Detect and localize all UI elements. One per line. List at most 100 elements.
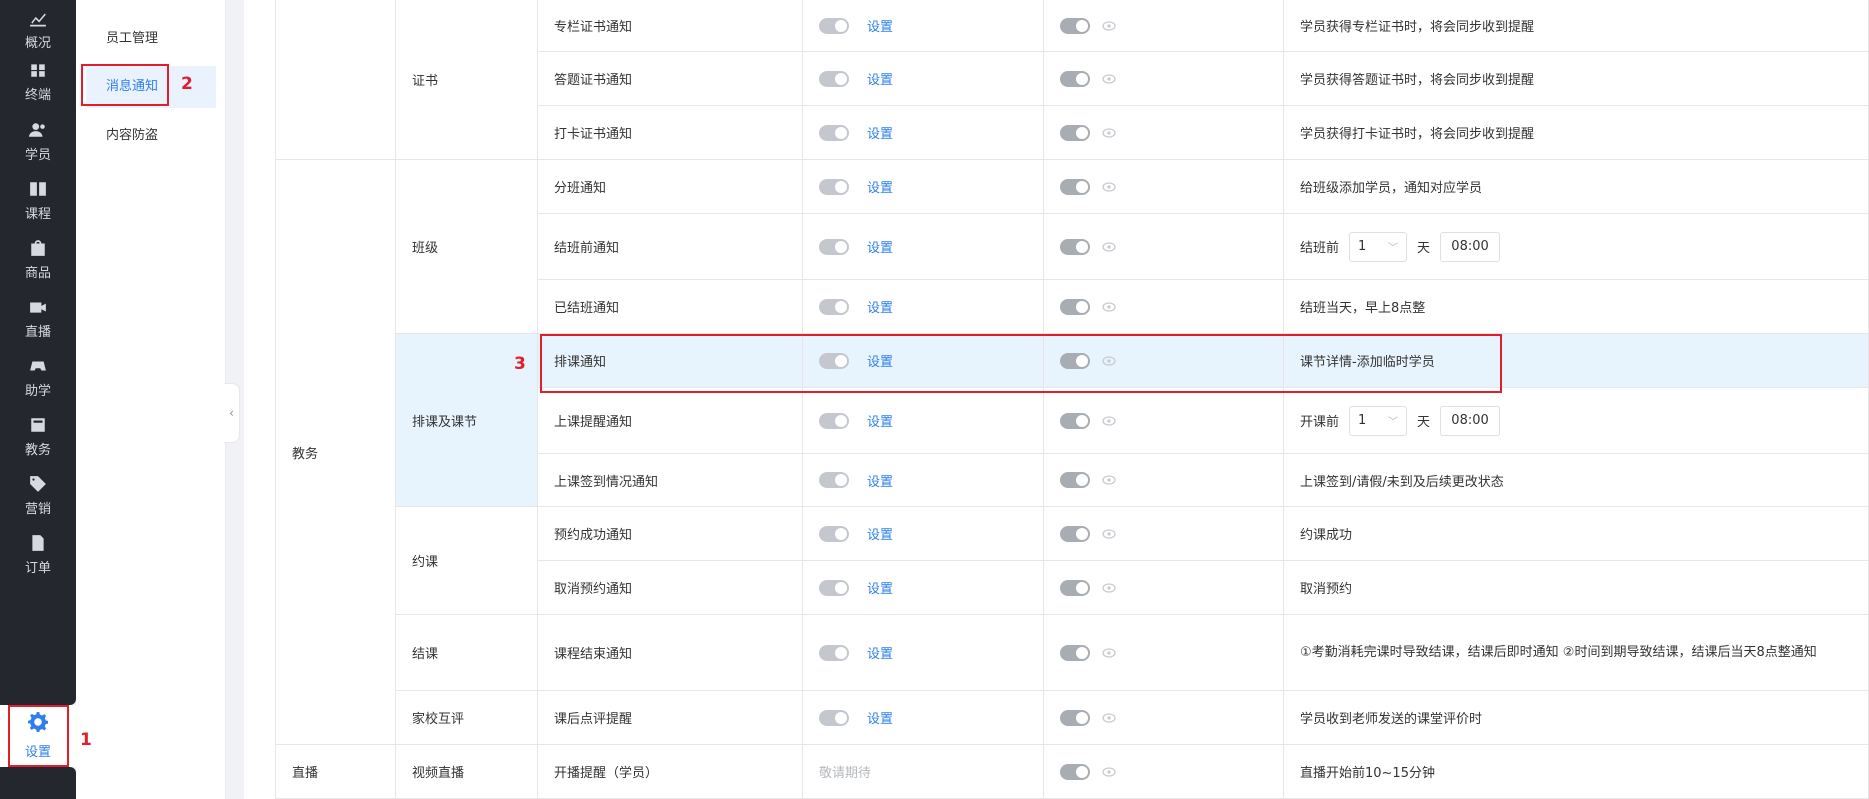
settings-link[interactable]: 设置 xyxy=(867,177,893,196)
notify-toggle[interactable] xyxy=(1060,178,1090,195)
settings-link[interactable]: 设置 xyxy=(867,524,893,543)
sms-toggle-cell xyxy=(1044,561,1284,615)
description-cell: 约课成功 xyxy=(1284,507,1869,561)
notify-toggle[interactable] xyxy=(819,17,849,34)
settings-link[interactable]: 设置 xyxy=(867,708,893,727)
days-select[interactable]: 1 ﹀ xyxy=(1349,405,1408,436)
annotation-box-schedule-row xyxy=(540,334,1502,393)
settings-link[interactable]: 设置 xyxy=(867,123,893,142)
notify-toggle[interactable] xyxy=(819,238,849,255)
wechat-toggle-cell: 设置 xyxy=(803,0,1044,52)
notify-toggle[interactable] xyxy=(1060,709,1090,726)
notify-toggle[interactable] xyxy=(819,472,849,488)
notify-toggle[interactable] xyxy=(1060,644,1090,661)
eye-icon[interactable] xyxy=(1102,181,1116,192)
row-name-cell: 结班前通知 xyxy=(538,214,803,280)
notify-toggle[interactable] xyxy=(819,178,849,195)
notification-description: 学员获得专栏证书时，将会同步收到提醒 xyxy=(1300,20,1535,35)
wechat-toggle-cell: 设置 xyxy=(803,507,1044,561)
notify-toggle[interactable] xyxy=(1060,70,1090,87)
notification-name: 上课签到情况通知 xyxy=(554,474,659,490)
notify-toggle[interactable] xyxy=(819,709,849,726)
days-select-value: 1 xyxy=(1358,413,1367,428)
notify-toggle[interactable] xyxy=(819,298,849,315)
notify-toggle[interactable] xyxy=(819,70,849,87)
settings-link[interactable]: 设置 xyxy=(867,411,893,430)
subgroup-label: 结课 xyxy=(412,647,439,662)
days-select-value: 1 xyxy=(1358,239,1367,254)
subgroup-cell-yueke: 约课 xyxy=(396,507,538,615)
notify-toggle[interactable] xyxy=(819,525,849,542)
time-input[interactable]: 08:00 xyxy=(1440,405,1501,436)
chevron-down-icon: ﹀ xyxy=(1388,417,1399,428)
wechat-toggle-cell: 设置 xyxy=(803,214,1044,280)
eye-icon[interactable] xyxy=(1102,528,1116,539)
notify-toggle[interactable] xyxy=(1060,298,1090,315)
time-input[interactable]: 08:00 xyxy=(1440,231,1501,262)
notify-toggle[interactable] xyxy=(819,124,849,141)
eye-icon[interactable] xyxy=(1102,301,1116,312)
wechat-toggle-cell: 设置 xyxy=(803,52,1044,106)
eye-icon[interactable] xyxy=(1102,415,1116,426)
eye-icon[interactable] xyxy=(1102,582,1116,593)
settings-link[interactable]: 设置 xyxy=(867,16,893,35)
notify-toggle[interactable] xyxy=(1060,472,1090,488)
days-select[interactable]: 1 ﹀ xyxy=(1349,231,1408,262)
eye-icon[interactable] xyxy=(1102,647,1116,658)
notify-toggle[interactable] xyxy=(1060,17,1090,34)
eye-icon[interactable] xyxy=(1102,475,1116,485)
settings-link[interactable]: 设置 xyxy=(867,471,893,490)
notify-toggle[interactable] xyxy=(1060,412,1090,429)
annotation-number-2: 2 xyxy=(181,74,193,94)
row-name-cell: 答题证书通知 xyxy=(538,52,803,106)
description-cell: 学员收到老师发送的课堂评价时 xyxy=(1284,691,1869,745)
desc-prefix: 结班前 xyxy=(1300,241,1340,256)
settings-link[interactable]: 设置 xyxy=(867,69,893,88)
eye-icon[interactable] xyxy=(1102,766,1116,777)
notification-description: 学员获得打卡证书时，将会同步收到提醒 xyxy=(1300,127,1535,142)
app-root: 概况 终端 学员 课程 商品 直播 助学 教务 营销 订单 设置 员工管理 消息… xyxy=(0,0,1869,799)
desc-prefix: 开课前 xyxy=(1300,415,1340,430)
notify-toggle[interactable] xyxy=(819,412,849,429)
eye-icon[interactable] xyxy=(1102,73,1116,84)
notify-toggle[interactable] xyxy=(819,579,849,596)
notification-name: 上课提醒通知 xyxy=(554,415,633,430)
notification-description: 上课签到/请假/未到及后续更改状态 xyxy=(1300,474,1504,490)
sms-toggle-cell xyxy=(1044,106,1284,160)
sms-toggle-cell xyxy=(1044,52,1284,106)
settings-link[interactable]: 设置 xyxy=(867,643,893,662)
sms-toggle-cell xyxy=(1044,388,1284,454)
notification-description: 约课成功 xyxy=(1300,528,1353,543)
group-cell-jiaowu: 教务 xyxy=(276,160,396,745)
settings-link[interactable]: 设置 xyxy=(867,578,893,597)
notify-toggle[interactable] xyxy=(1060,525,1090,542)
pending-label: 敬请期待 xyxy=(819,766,872,781)
subgroup-label: 视频直播 xyxy=(412,766,465,781)
notify-toggle[interactable] xyxy=(1060,238,1090,255)
eye-icon[interactable] xyxy=(1102,241,1116,252)
eye-icon[interactable] xyxy=(1102,127,1116,138)
sms-toggle-cell xyxy=(1044,745,1284,799)
chevron-down-icon: ﹀ xyxy=(1388,243,1399,254)
notification-description: 取消预约 xyxy=(1300,582,1353,597)
group-cell-zhibo: 直播 xyxy=(276,745,396,799)
eye-icon[interactable] xyxy=(1102,712,1116,723)
notification-name: 打卡证书通知 xyxy=(554,127,633,142)
row-name-cell: 已结班通知 xyxy=(538,280,803,334)
notification-table: 教务 直播 证书 班级 排课及课节 约课 结课 家校互评 视频直播 专栏证书通知… xyxy=(0,0,1869,799)
wechat-toggle-cell: 设置 xyxy=(803,106,1044,160)
sms-toggle-cell xyxy=(1044,280,1284,334)
eye-icon[interactable] xyxy=(1102,20,1116,31)
subgroup-label: 证书 xyxy=(412,74,439,89)
wechat-toggle-cell: 设置 xyxy=(803,280,1044,334)
group-label: 教务 xyxy=(292,446,319,462)
annotation-number-3: 3 xyxy=(514,354,526,374)
notify-toggle[interactable] xyxy=(1060,763,1090,780)
notify-toggle[interactable] xyxy=(1060,579,1090,596)
settings-link[interactable]: 设置 xyxy=(867,237,893,256)
notify-toggle[interactable] xyxy=(1060,124,1090,141)
notify-toggle[interactable] xyxy=(819,644,849,661)
settings-link[interactable]: 设置 xyxy=(867,297,893,316)
description-cell: 学员获得专栏证书时，将会同步收到提醒 xyxy=(1284,0,1869,52)
subgroup-cell-jieke: 结课 xyxy=(396,615,538,691)
